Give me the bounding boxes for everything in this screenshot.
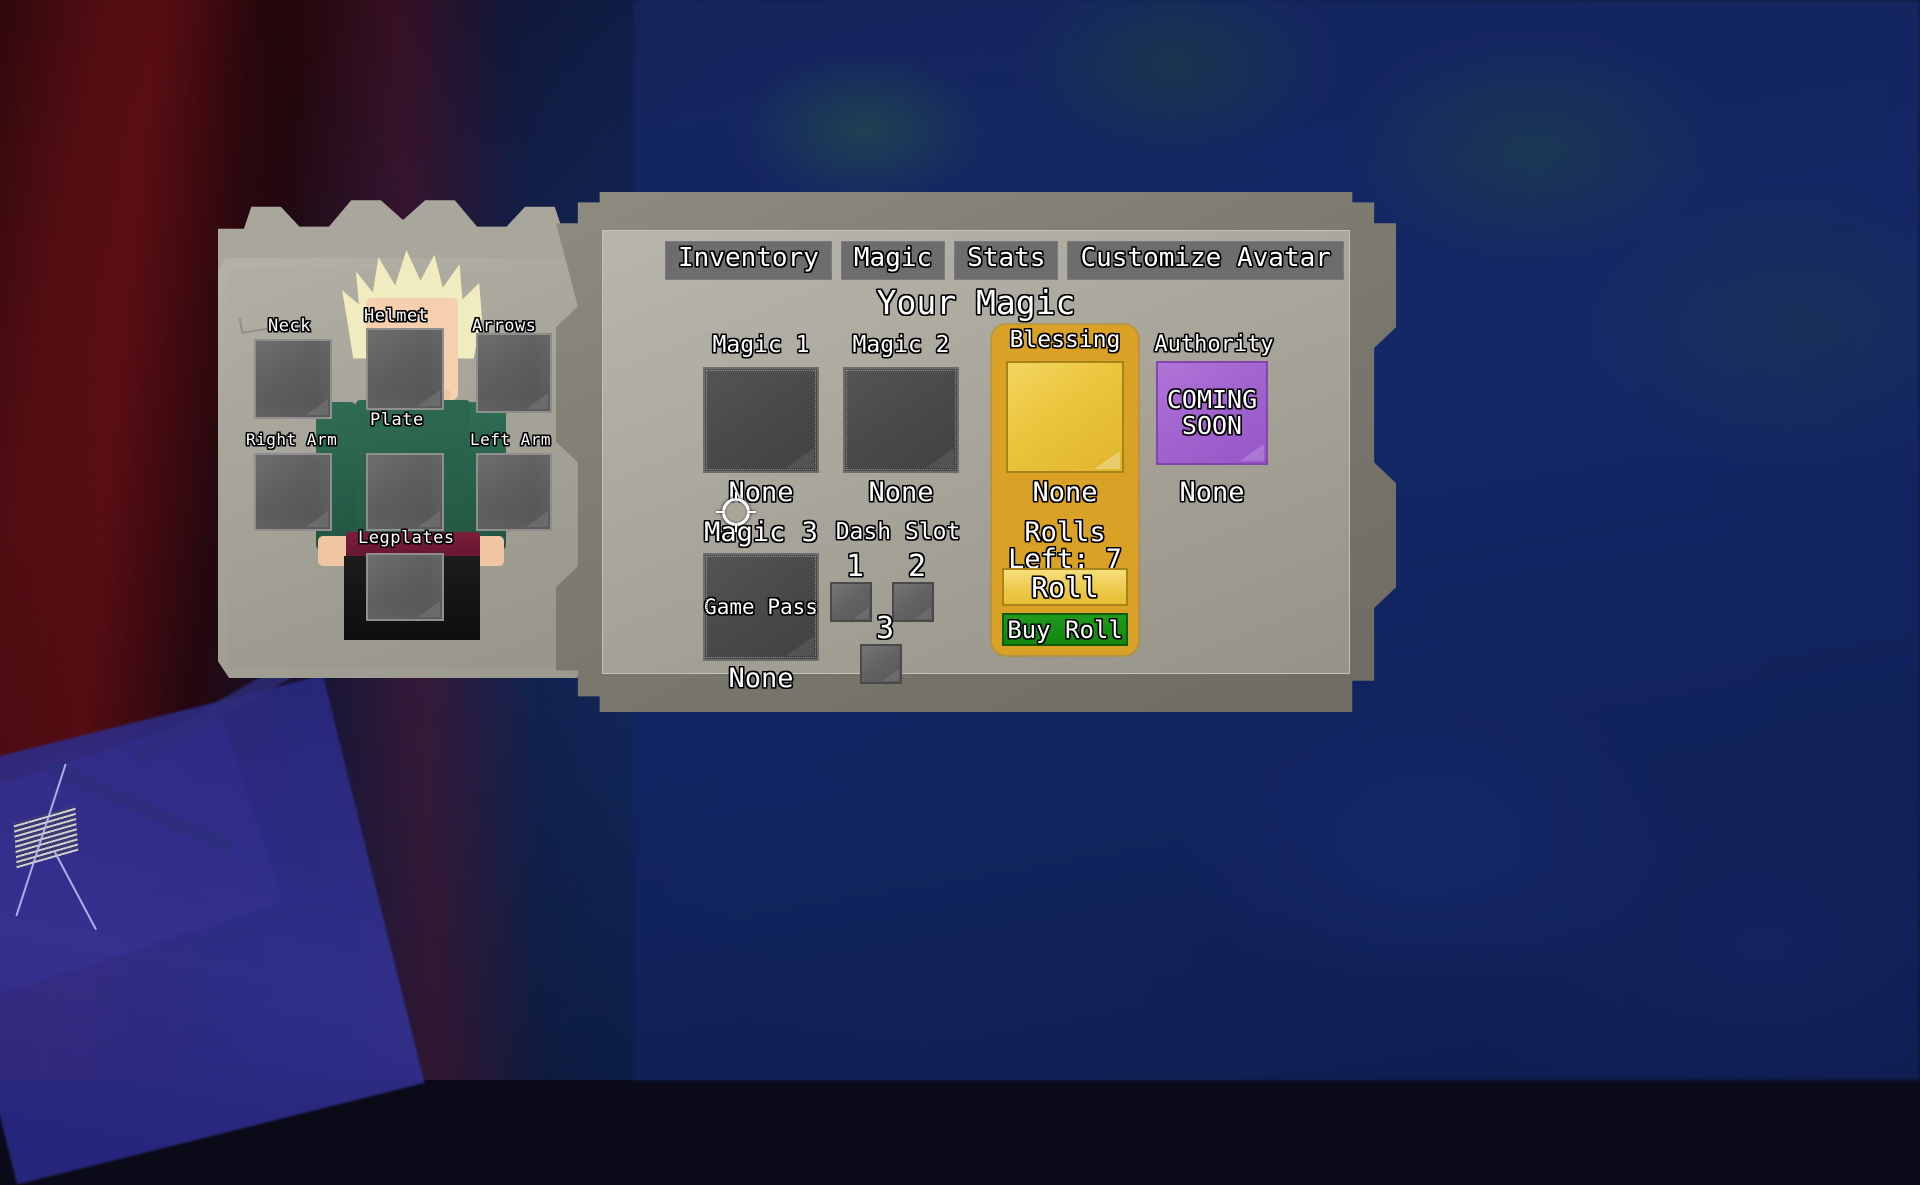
dash-slot-3[interactable] xyxy=(860,644,902,684)
buy-roll-button[interactable]: Buy Roll xyxy=(1002,613,1128,646)
authority-header: Authority xyxy=(1141,332,1287,357)
page-title: Your Magic xyxy=(603,283,1349,322)
blessing-header: Blessing xyxy=(992,327,1138,353)
dash-slot-1[interactable] xyxy=(830,582,872,622)
equipment-slot-neck[interactable] xyxy=(254,339,332,419)
equipment-label-right-arm: Right Arm xyxy=(246,430,337,449)
magic3-slot[interactable]: Game Pass xyxy=(703,553,819,661)
magic-panel: Inventory Magic Stats Customize Avatar Y… xyxy=(556,192,1396,712)
equipment-slot-helmet[interactable] xyxy=(366,328,444,410)
cursor-tick-top xyxy=(735,492,737,500)
equipment-slot-left-arm[interactable] xyxy=(476,453,552,531)
tab-stats[interactable]: Stats xyxy=(954,241,1058,280)
magic2-header: Magic 2 xyxy=(821,332,981,358)
equipment-label-legplates: Legplates xyxy=(358,528,455,548)
authority-badge-line2: SOON xyxy=(1167,413,1257,439)
equipment-slot-plate[interactable] xyxy=(366,453,444,531)
equipment-label-neck: Neck xyxy=(268,316,311,336)
magic3-gamepass-label: Game Pass xyxy=(704,595,818,619)
mouse-cursor xyxy=(722,498,750,526)
magic1-header: Magic 1 xyxy=(681,332,841,358)
character-equipment-panel: Neck Helmet Arrows Right Arm Plate Left … xyxy=(218,198,588,678)
dash-slot-1-number: 1 xyxy=(846,549,864,584)
magic3-header: Magic 3 xyxy=(681,517,841,548)
tab-bar: Inventory Magic Stats Customize Avatar xyxy=(665,241,1344,280)
tab-magic[interactable]: Magic xyxy=(841,241,945,280)
authority-value: None xyxy=(1152,477,1272,508)
equipment-label-left-arm: Left Arm xyxy=(470,430,551,449)
blessing-card: Blessing None Rolls Left: 7 Roll Buy Rol… xyxy=(992,325,1138,655)
buy-roll-button-label: Buy Roll xyxy=(1007,616,1123,644)
blessing-slot[interactable] xyxy=(1006,361,1124,473)
cursor-tick-left xyxy=(716,511,724,513)
authority-badge-line1: COMING xyxy=(1167,387,1257,413)
dash-slot-header: Dash Slot xyxy=(818,519,978,545)
equipment-label-arrows: Arrows xyxy=(472,316,536,336)
magic-panel-surface: Inventory Magic Stats Customize Avatar Y… xyxy=(602,230,1350,674)
magic2-value: None xyxy=(841,477,961,508)
blessing-value: None xyxy=(992,477,1138,508)
tab-inventory[interactable]: Inventory xyxy=(665,241,832,280)
equipment-slot-arrows[interactable] xyxy=(476,333,552,413)
dash-slot-2-number: 2 xyxy=(908,549,926,584)
magic2-slot[interactable] xyxy=(843,367,959,473)
authority-coming-soon-badge[interactable]: COMING SOON xyxy=(1156,361,1268,465)
magic1-value: None xyxy=(701,477,821,508)
equipment-slot-legplates[interactable] xyxy=(366,553,444,621)
roll-button-label: Roll xyxy=(1031,571,1098,604)
equipment-label-plate: Plate xyxy=(370,410,424,430)
cursor-tick-right xyxy=(748,511,756,513)
dash-slot-2[interactable] xyxy=(892,582,934,622)
equipment-label-helmet: Helmet xyxy=(364,306,428,326)
equipment-slot-right-arm[interactable] xyxy=(254,453,332,531)
roll-button[interactable]: Roll xyxy=(1002,568,1128,606)
cursor-tick-bottom xyxy=(735,524,737,532)
tab-customize-avatar[interactable]: Customize Avatar xyxy=(1067,241,1343,280)
magic3-value: None xyxy=(701,663,821,694)
magic1-slot[interactable] xyxy=(703,367,819,473)
dash-slot-3-number: 3 xyxy=(876,611,894,646)
